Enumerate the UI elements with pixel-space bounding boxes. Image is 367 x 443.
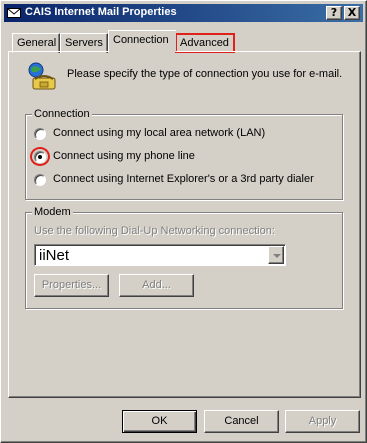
- apply-button[interactable]: Apply: [285, 410, 360, 433]
- mail-envelope-icon: [7, 8, 21, 18]
- tab-general[interactable]: General: [12, 33, 60, 53]
- window-title: CAIS Internet Mail Properties: [25, 6, 177, 18]
- tab-panel: [8, 51, 361, 398]
- properties-dialog: CAIS Internet Mail Properties ? X Genera…: [0, 0, 367, 443]
- active-tab-joint: [109, 50, 175, 53]
- close-button[interactable]: X: [344, 6, 360, 20]
- title-bar[interactable]: CAIS Internet Mail Properties ? X: [4, 4, 363, 22]
- help-button[interactable]: ?: [326, 6, 342, 20]
- tab-connection[interactable]: Connection: [108, 30, 176, 52]
- cancel-button[interactable]: Cancel: [204, 410, 279, 433]
- tab-servers[interactable]: Servers: [60, 33, 108, 53]
- ok-button[interactable]: OK: [122, 410, 197, 433]
- tab-advanced[interactable]: Advanced: [175, 33, 235, 53]
